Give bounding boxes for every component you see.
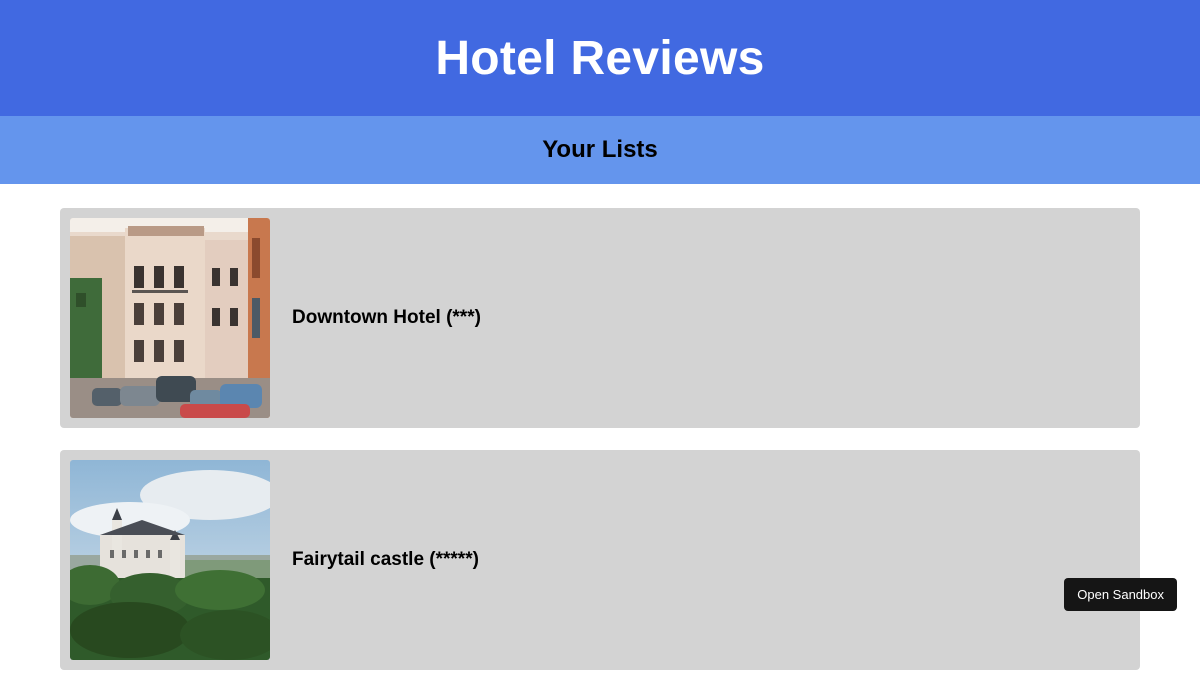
hotel-name: Downtown Hotel (***) <box>292 208 481 428</box>
app-header: Hotel Reviews <box>0 0 1200 116</box>
section-title: Your Lists <box>542 136 658 164</box>
hotel-card[interactable]: Downtown Hotel (***) <box>60 208 1140 428</box>
hotel-photo <box>70 218 270 418</box>
open-sandbox-button[interactable]: Open Sandbox <box>1064 578 1177 611</box>
hotel-list: Downtown Hotel (***) <box>60 208 1140 692</box>
lists-header: Your Lists <box>0 116 1200 184</box>
page-title: Hotel Reviews <box>435 31 764 86</box>
hotel-card[interactable]: Fairytail castle (*****) <box>60 450 1140 670</box>
hotel-name: Fairytail castle (*****) <box>292 450 479 670</box>
hotel-photo <box>70 460 270 660</box>
